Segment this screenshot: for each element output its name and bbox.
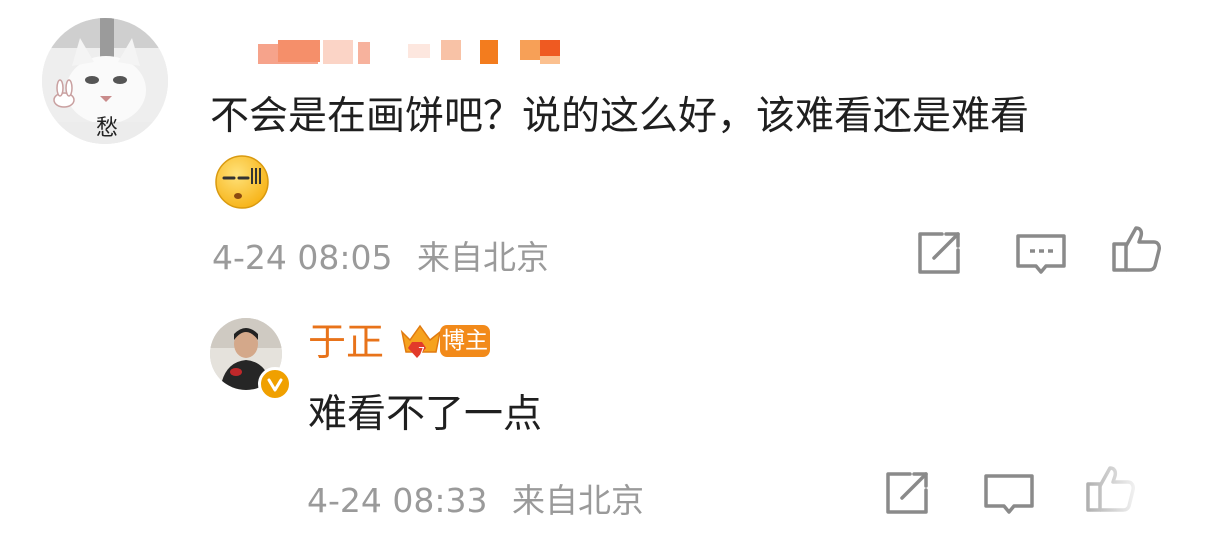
reply-author-name[interactable]: 于正 (308, 318, 384, 366)
blogger-badge: 7 博主 (398, 322, 494, 362)
verified-badge-icon (258, 367, 292, 401)
reply-timestamp: 4-24 08:33 (307, 481, 488, 520)
reply-location: 来自北京 (512, 481, 644, 520)
avatar-caption: 愁 (96, 116, 119, 141)
comment-icon[interactable] (1014, 228, 1068, 282)
badge-label: 博主 (440, 325, 490, 357)
like-icon[interactable] (1110, 222, 1164, 276)
svg-text:7: 7 (418, 345, 425, 358)
bottom-right-fade (1060, 440, 1206, 535)
squint-sweat-emoji-icon (214, 154, 270, 210)
comment-location: 来自北京 (417, 238, 549, 277)
commenter-avatar[interactable]: 愁 (42, 18, 168, 144)
share-icon[interactable] (912, 226, 966, 280)
comment-text: 不会是在画饼吧？说的这么好，该难看还是难看 (210, 94, 1030, 139)
comment-timestamp: 4-24 08:05 (212, 238, 393, 277)
reply-meta: 4-24 08:33 来自北京 (307, 474, 644, 522)
reply-text: 难看不了一点 (308, 392, 543, 437)
comment-meta: 4-24 08:05 来自北京 (212, 231, 549, 279)
commenter-username-redacted[interactable] (258, 38, 568, 64)
reply-comment-icon[interactable] (982, 468, 1036, 522)
reply-share-icon[interactable] (880, 466, 934, 520)
